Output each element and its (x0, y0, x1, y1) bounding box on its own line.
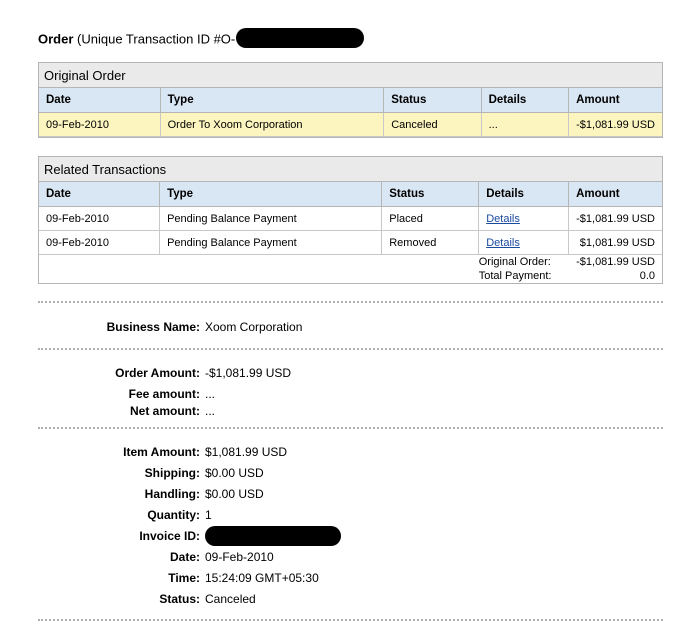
date-value: 09-Feb-2010 (205, 550, 274, 564)
table-header-row: Date Type Status Details Amount (39, 88, 662, 113)
col-status-header: Status (383, 88, 482, 113)
totals-labels: Original Order: Total Payment: (479, 255, 569, 284)
invoice-id-label: Invoice ID: (139, 529, 200, 543)
fee-amount-row: Fee amount: ... (0, 387, 700, 405)
table-header-row: Date Type Status Details Amount (39, 182, 662, 207)
item-amount-row: Item Amount: $1,081.99 USD (0, 445, 700, 463)
status-label: Status: (159, 592, 200, 606)
cell-date: 09-Feb-2010 (39, 206, 161, 231)
net-amount-row: Net amount: ... (0, 404, 700, 422)
cell-amount: $1,081.99 USD (568, 230, 662, 255)
business-name-label: Business Name: (106, 320, 200, 334)
table-row: 09-Feb-2010 Order To Xoom Corporation Ca… (39, 112, 662, 137)
date-label: Date: (169, 550, 200, 564)
fee-amount-label: Fee amount: (128, 387, 200, 401)
divider (38, 427, 663, 429)
original-order-total-label: Original Order: (478, 256, 551, 268)
invoice-id-row: Invoice ID: (0, 526, 700, 547)
handling-value: $0.00 USD (205, 487, 264, 501)
col-date-header: Date (39, 182, 161, 207)
cell-type: Order To Xoom Corporation (160, 112, 385, 137)
item-amount-label: Item Amount: (123, 445, 200, 459)
col-type-header: Type (160, 88, 385, 113)
cell-details: Details (478, 206, 570, 231)
related-transactions-title: Related Transactions (39, 157, 662, 182)
quantity-value: 1 (205, 508, 212, 522)
time-row: Time: 15:24:09 GMT+05:30 (0, 571, 700, 589)
time-label: Time: (168, 571, 200, 585)
fee-amount-value: ... (205, 387, 216, 401)
cell-status: Removed (381, 230, 480, 255)
heading-order-label: Order (38, 31, 74, 47)
col-amount-header: Amount (568, 88, 662, 113)
original-order-table: Date Type Status Details Amount 09-Feb-2… (39, 88, 662, 137)
divider (38, 619, 663, 621)
shipping-label: Shipping: (144, 466, 200, 480)
item-amount-value: $1,081.99 USD (205, 445, 288, 459)
col-date-header: Date (39, 88, 161, 113)
cell-type: Pending Balance Payment (159, 230, 383, 255)
col-type-header: Type (159, 182, 383, 207)
divider (38, 348, 663, 350)
quantity-row: Quantity: 1 (0, 508, 700, 526)
cell-status: Canceled (383, 112, 482, 137)
table-row: 09-Feb-2010 Pending Balance Payment Remo… (39, 230, 662, 255)
net-amount-value: ... (205, 404, 216, 418)
total-payment-value: 0.0 (639, 270, 655, 282)
status-row: Status: Canceled (0, 592, 700, 610)
handling-label: Handling: (144, 487, 200, 501)
redacted-transaction-id (236, 28, 365, 48)
shipping-row: Shipping: $0.00 USD (0, 466, 700, 484)
cell-amount: -$1,081.99 USD (568, 112, 662, 137)
totals-values: -$1,081.99 USD 0.0 (569, 255, 662, 284)
shipping-value: $0.00 USD (205, 466, 264, 480)
date-row: Date: 09-Feb-2010 (0, 550, 700, 568)
original-order-title: Original Order (39, 63, 662, 88)
divider (38, 301, 663, 303)
col-status-header: Status (381, 182, 480, 207)
heading-transaction-id-label: (Unique Transaction ID #O- (73, 31, 236, 47)
net-amount-label: Net amount: (130, 404, 200, 418)
business-name-row: Business Name: Xoom Corporation (0, 320, 700, 338)
col-details-header: Details (478, 182, 570, 207)
cell-type: Pending Balance Payment (159, 206, 383, 231)
total-payment-label: Total Payment: (478, 270, 552, 282)
original-order-total-value: -$1,081.99 USD (576, 256, 655, 268)
details-link[interactable]: Details (486, 237, 520, 249)
order-amount-label: Order Amount: (115, 366, 200, 380)
col-amount-header: Amount (568, 182, 662, 207)
page-heading: Order (Unique Transaction ID #O- (38, 28, 365, 50)
status-value: Canceled (205, 592, 256, 606)
cell-date: 09-Feb-2010 (39, 112, 161, 137)
handling-row: Handling: $0.00 USD (0, 487, 700, 505)
related-transactions-panel: Related Transactions Date Type Status De… (38, 156, 663, 284)
time-value: 15:24:09 GMT+05:30 (205, 571, 319, 585)
cell-details: ... (481, 112, 570, 137)
cell-details: Details (478, 230, 570, 255)
original-order-panel: Original Order Date Type Status Details … (38, 62, 663, 138)
cell-amount: -$1,081.99 USD (568, 206, 662, 231)
cell-date: 09-Feb-2010 (39, 230, 161, 255)
col-details-header: Details (481, 88, 570, 113)
order-amount-row: Order Amount: -$1,081.99 USD (0, 366, 700, 384)
order-amount-value: -$1,081.99 USD (205, 366, 292, 380)
table-row: 09-Feb-2010 Pending Balance Payment Plac… (39, 206, 662, 231)
redacted-invoice-id (205, 526, 341, 546)
details-link[interactable]: Details (486, 213, 520, 225)
related-transactions-table: Date Type Status Details Amount 09-Feb-2… (39, 182, 662, 283)
totals-row: Original Order: Total Payment: -$1,081.9… (39, 255, 662, 284)
quantity-label: Quantity: (147, 508, 200, 522)
business-name-value: Xoom Corporation (205, 320, 303, 334)
cell-status: Placed (381, 206, 480, 231)
